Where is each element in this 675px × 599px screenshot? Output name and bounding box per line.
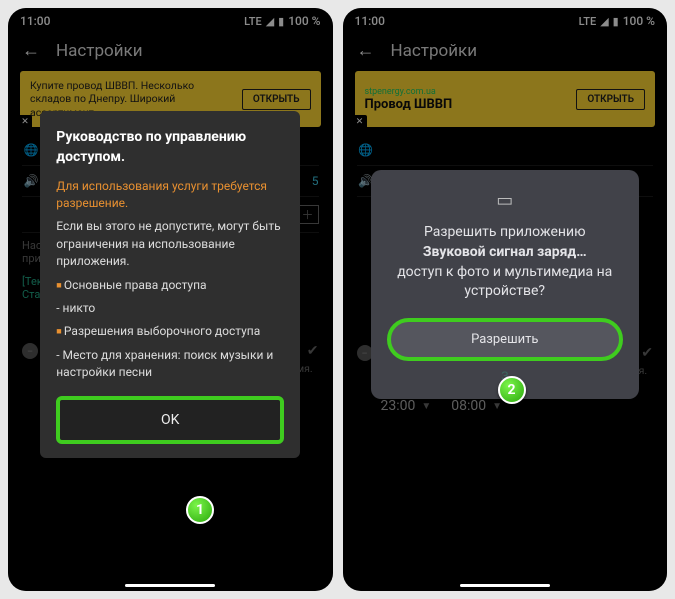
dialog-bullet: Разрешения выборочного доступа (56, 323, 284, 340)
step-badge-2: 2 (498, 376, 526, 404)
modal-overlay: Руководство по управлению доступом. Для … (8, 8, 333, 591)
dialog-text: Для использования услуги требуется разре… (56, 178, 284, 213)
dialog-bullet: Основные права доступа (56, 277, 284, 294)
folder-icon: ▭ (387, 190, 623, 211)
dialog-title: Руководство по управлению доступом. (56, 127, 284, 168)
phone-left: 11:00 LTE ◢ ▮ 100 % ← Настройки Купите п… (8, 8, 333, 591)
phone-right: 11:00 LTE ◢ ▮ 100 % ← Настройки stpenerg… (343, 8, 668, 591)
ok-button[interactable]: OK (56, 396, 284, 444)
dialog-text: - никто (56, 300, 284, 317)
modal-overlay: ▭ Разрешить приложению Звуковой сигнал з… (343, 8, 668, 591)
permission-dialog: ▭ Разрешить приложению Звуковой сигнал з… (371, 170, 639, 398)
nav-bar[interactable] (125, 584, 215, 587)
dialog-text: Если вы этого не допустите, могут быть о… (56, 218, 284, 270)
step-badge-1: 1 (186, 496, 214, 524)
dialog-text: - Место для хранения: поиск музыки и нас… (56, 347, 284, 382)
allow-button[interactable]: Разрешить (387, 318, 623, 361)
permission-text: Разрешить приложению Звуковой сигнал зар… (387, 223, 623, 301)
nav-bar[interactable] (460, 584, 550, 587)
access-guide-dialog: Руководство по управлению доступом. Для … (40, 111, 300, 458)
